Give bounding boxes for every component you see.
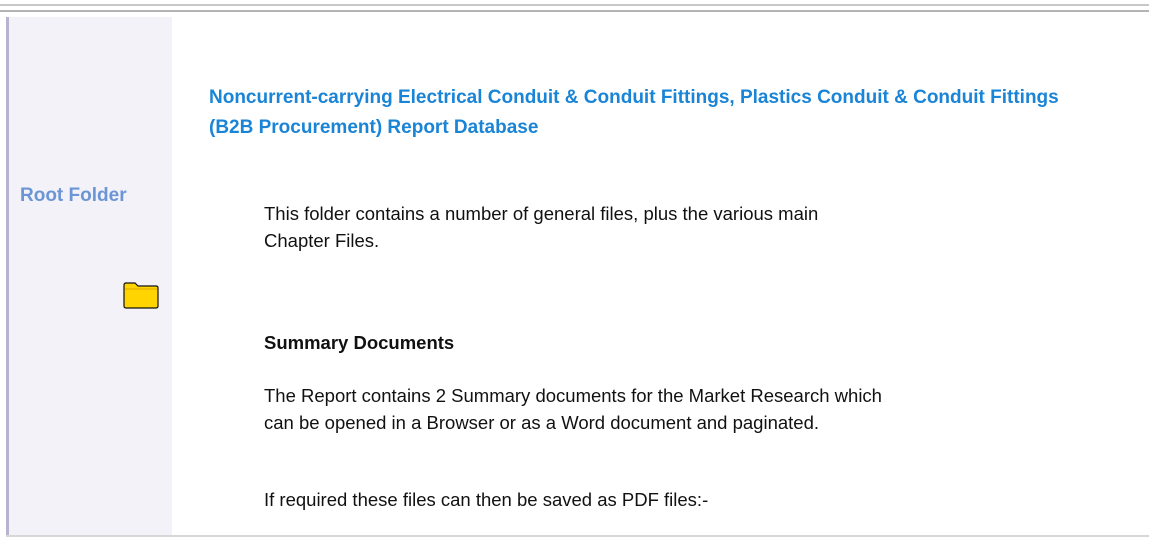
- folder-icon[interactable]: [123, 281, 159, 309]
- main-content: Noncurrent-carrying Electrical Conduit &…: [172, 17, 1149, 535]
- bottom-divider: [6, 535, 1149, 537]
- page-frame: Root Folder Noncurrent-carrying Electric…: [0, 0, 1149, 540]
- intro-paragraph: This folder contains a number of general…: [264, 203, 819, 251]
- sidebar-title: Root Folder: [20, 185, 127, 206]
- summary-paragraph: The Report contains 2 Summary documents …: [264, 385, 882, 433]
- summary-heading: Summary Documents: [264, 332, 455, 353]
- sidebar: Root Folder: [6, 17, 172, 535]
- top-divider-secondary: [0, 10, 1149, 12]
- top-divider: [0, 4, 1149, 6]
- pdf-note: If required these files can then be save…: [264, 489, 709, 510]
- page-title: Noncurrent-carrying Electrical Conduit &…: [209, 87, 1059, 138]
